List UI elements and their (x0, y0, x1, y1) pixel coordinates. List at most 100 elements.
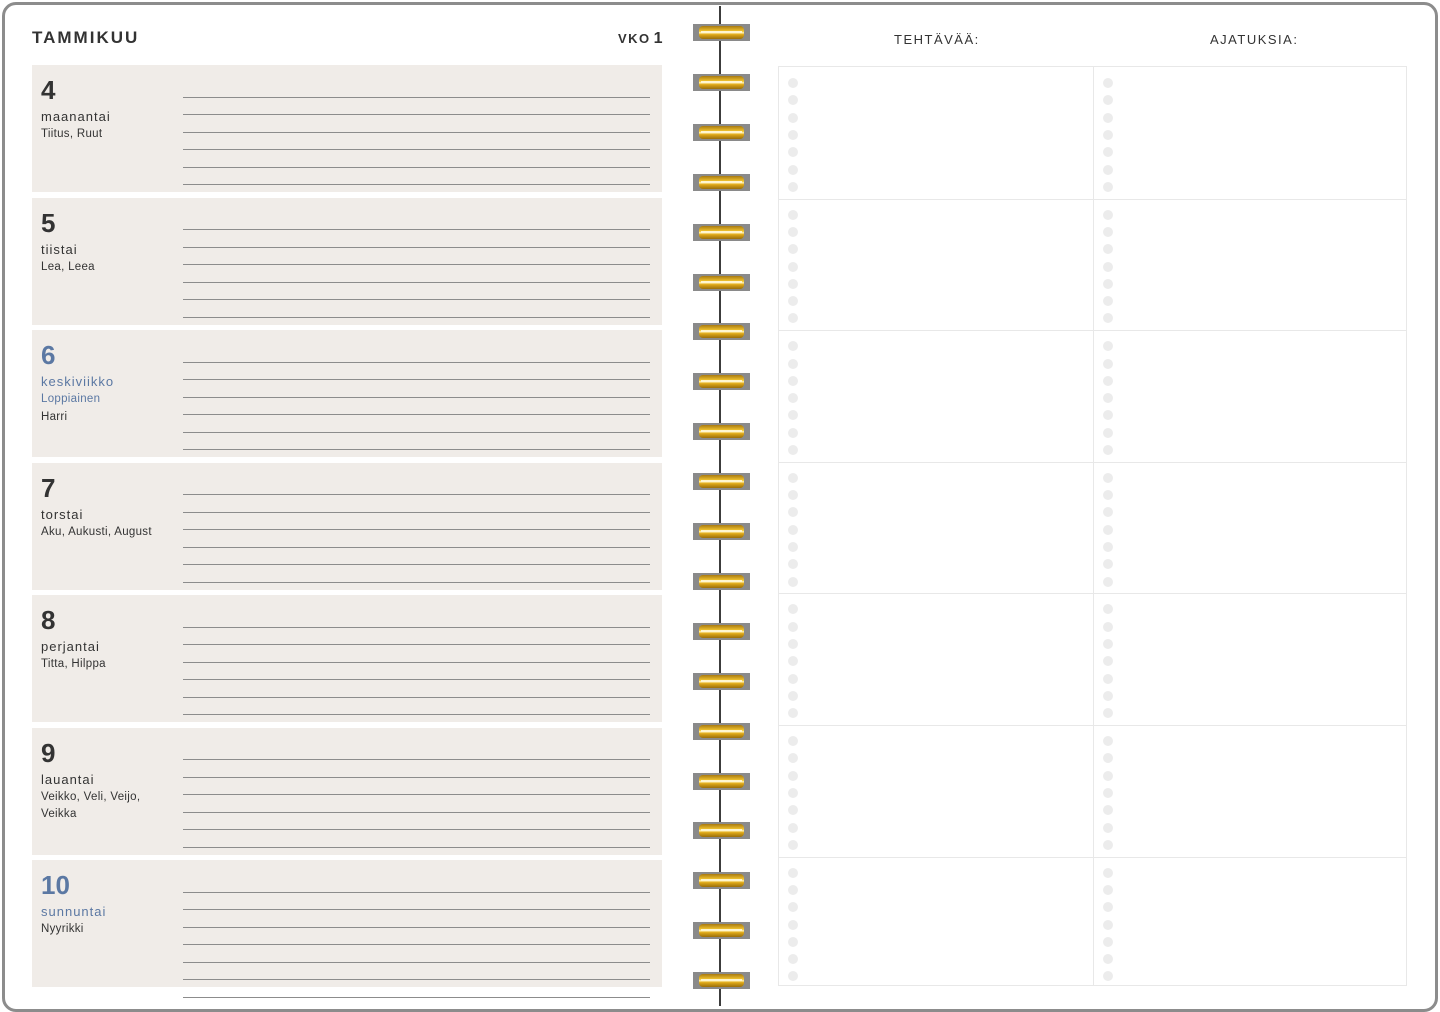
bullet-dot[interactable] (788, 708, 798, 719)
bullet-dot[interactable] (1103, 296, 1113, 307)
writing-line[interactable] (183, 629, 650, 645)
bullet-dot[interactable] (788, 604, 798, 615)
bullet-dot[interactable] (1103, 576, 1113, 587)
bullet-dot[interactable] (788, 839, 798, 850)
bullet-dot[interactable] (1103, 770, 1113, 781)
bullet-dot[interactable] (788, 507, 798, 518)
bullet-dot[interactable] (788, 296, 798, 307)
bullet-dot[interactable] (788, 95, 798, 106)
writing-line[interactable] (183, 929, 650, 945)
bullet-dot[interactable] (788, 559, 798, 570)
bullet-dot[interactable] (1103, 410, 1113, 421)
writing-line[interactable] (183, 646, 650, 663)
day-block[interactable]: 5 tiistai Lea, Leea (32, 197, 662, 335)
bullet-dot[interactable] (788, 181, 798, 192)
bullet-dot[interactable] (788, 341, 798, 352)
bullet-dot[interactable] (788, 542, 798, 552)
bullet-dot[interactable] (1103, 164, 1113, 175)
bullet-dot[interactable] (788, 936, 798, 947)
writing-line[interactable] (183, 284, 650, 300)
bullet-dot[interactable] (1103, 902, 1113, 913)
writing-line[interactable] (183, 779, 650, 795)
bullet-dot[interactable] (1103, 95, 1113, 106)
writing-line[interactable] (183, 894, 650, 910)
writing-line[interactable] (183, 611, 650, 628)
writing-line[interactable] (183, 496, 650, 513)
bullet-dot[interactable] (788, 673, 798, 684)
bullet-dot[interactable] (1103, 787, 1113, 798)
writing-line[interactable] (183, 116, 650, 133)
bullet-dot[interactable] (1103, 690, 1113, 701)
bullet-dot[interactable] (788, 147, 798, 158)
writing-line[interactable] (183, 99, 650, 115)
bullet-dot[interactable] (788, 410, 798, 421)
bullet-dot[interactable] (1103, 147, 1113, 158)
writing-line[interactable] (183, 151, 650, 168)
bullet-dot[interactable] (1103, 375, 1113, 386)
bullet-dot[interactable] (1103, 936, 1113, 947)
bullet-dot[interactable] (1103, 736, 1113, 746)
writing-line[interactable] (183, 434, 650, 450)
bullet-dot[interactable] (788, 490, 798, 501)
bullet-dot[interactable] (1103, 209, 1113, 220)
day-block[interactable]: 6 keskiviikko Loppiainen Harri (32, 330, 662, 468)
bullet-dot[interactable] (788, 736, 798, 746)
bullet-dot[interactable] (788, 472, 798, 483)
bullet-dot[interactable] (1103, 261, 1113, 272)
bullet-dot[interactable] (788, 576, 798, 587)
bullet-dot[interactable] (1103, 181, 1113, 192)
day-block[interactable]: 9 lauantai Veikko, Veli, Veijo, Veikka (32, 727, 662, 865)
bullet-dot[interactable] (788, 656, 798, 667)
bullet-dot[interactable] (788, 753, 798, 764)
writing-line[interactable] (183, 531, 650, 548)
bullet-dot[interactable] (788, 164, 798, 175)
day-block[interactable]: 7 torstai Aku, Aukusti, August (32, 462, 662, 600)
bullet-dot[interactable] (788, 375, 798, 386)
writing-line[interactable] (183, 479, 650, 495)
bullet-dot[interactable] (788, 884, 798, 895)
bullet-dot[interactable] (788, 393, 798, 404)
bullet-dot[interactable] (1103, 559, 1113, 570)
writing-line[interactable] (183, 364, 650, 380)
writing-line[interactable] (183, 214, 650, 230)
bullet-dot[interactable] (788, 867, 798, 878)
bullet-dot[interactable] (1103, 427, 1113, 438)
bullet-dot[interactable] (788, 621, 798, 632)
bullet-dot[interactable] (1103, 358, 1113, 369)
bullet-dot[interactable] (788, 524, 798, 535)
bullet-dot[interactable] (1103, 822, 1113, 833)
bullet-dot[interactable] (1103, 129, 1113, 140)
bullet-dot[interactable] (1103, 445, 1113, 455)
bullet-dot[interactable] (788, 902, 798, 913)
bullet-dot[interactable] (1103, 524, 1113, 535)
writing-line[interactable] (183, 514, 650, 530)
writing-line[interactable] (183, 699, 650, 715)
bullet-dot[interactable] (788, 787, 798, 798)
writing-line[interactable] (183, 231, 650, 248)
bullet-dot[interactable] (1103, 867, 1113, 878)
bullet-dot[interactable] (788, 690, 798, 701)
writing-line[interactable] (183, 301, 650, 318)
bullet-dot[interactable] (788, 112, 798, 123)
bullet-dot[interactable] (1103, 639, 1113, 649)
bullet-dot[interactable] (788, 226, 798, 237)
bullet-dot[interactable] (1103, 78, 1113, 88)
bullet-dot[interactable] (1103, 278, 1113, 289)
writing-line[interactable] (183, 169, 650, 185)
bullet-dot[interactable] (1103, 919, 1113, 930)
bullet-dot[interactable] (788, 261, 798, 272)
bullet-dot[interactable] (1103, 112, 1113, 123)
bullet-dot[interactable] (1103, 542, 1113, 552)
bullet-dot[interactable] (1103, 971, 1113, 982)
bullet-dot[interactable] (788, 805, 798, 816)
bullet-dot[interactable] (1103, 673, 1113, 684)
bullet-dot[interactable] (788, 313, 798, 324)
bullet-dot[interactable] (788, 822, 798, 833)
writing-line[interactable] (183, 831, 650, 848)
writing-line[interactable] (183, 814, 650, 830)
bullet-dot[interactable] (1103, 341, 1113, 352)
writing-line[interactable] (183, 911, 650, 928)
bullet-dot[interactable] (788, 919, 798, 930)
bullet-dot[interactable] (788, 427, 798, 438)
bullet-dot[interactable] (788, 639, 798, 649)
